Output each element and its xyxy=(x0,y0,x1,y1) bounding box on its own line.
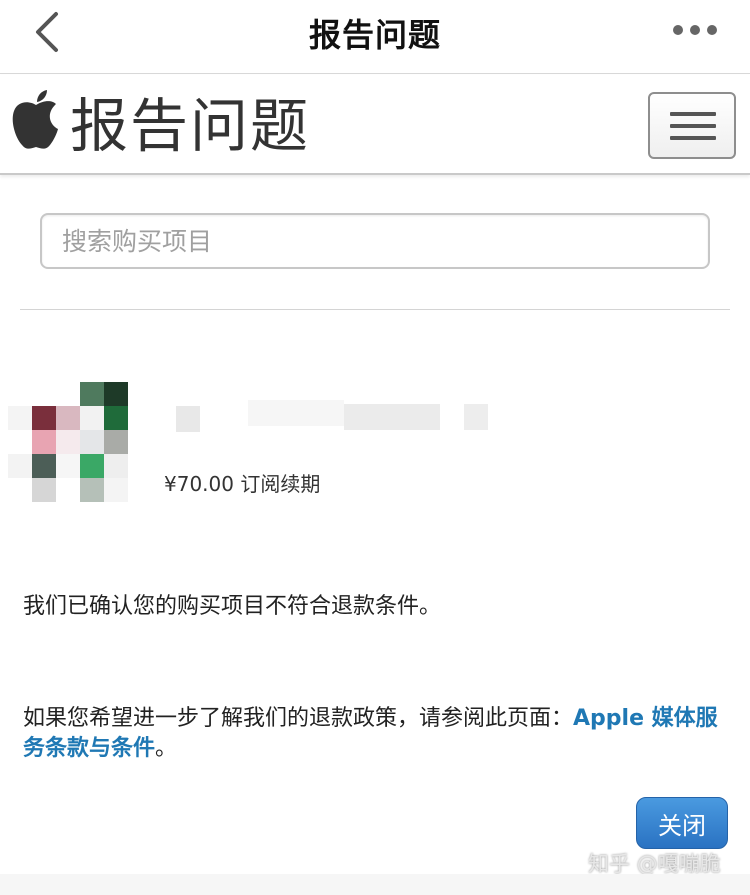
refund-policy-info: 如果您希望进一步了解我们的退款政策，请参阅此页面：Apple 媒体服务条款与条件… xyxy=(23,704,733,764)
menu-button[interactable] xyxy=(648,92,736,159)
purchase-price: ¥70.00 订阅续期 xyxy=(164,472,321,496)
app-icon xyxy=(8,382,153,507)
bottom-strip xyxy=(0,874,750,895)
divider xyxy=(20,309,730,310)
navigation-bar: 报告问题 xyxy=(0,0,750,74)
more-horizontal-icon[interactable] xyxy=(670,18,720,42)
close-button[interactable]: 关闭 xyxy=(636,797,728,849)
nav-title: 报告问题 xyxy=(308,16,441,54)
refund-info-text: 如果您希望进一步了解我们的退款政策，请参阅此页面： xyxy=(23,706,574,731)
refund-info-end: 。 xyxy=(155,736,178,761)
page-header: 报告问题 xyxy=(0,75,750,175)
search-input[interactable] xyxy=(40,213,710,269)
apple-logo-icon xyxy=(12,90,58,149)
refund-status-message: 我们已确认您的购买项目不符合退款条件。 xyxy=(23,594,442,619)
page-title: 报告问题 xyxy=(70,92,311,160)
